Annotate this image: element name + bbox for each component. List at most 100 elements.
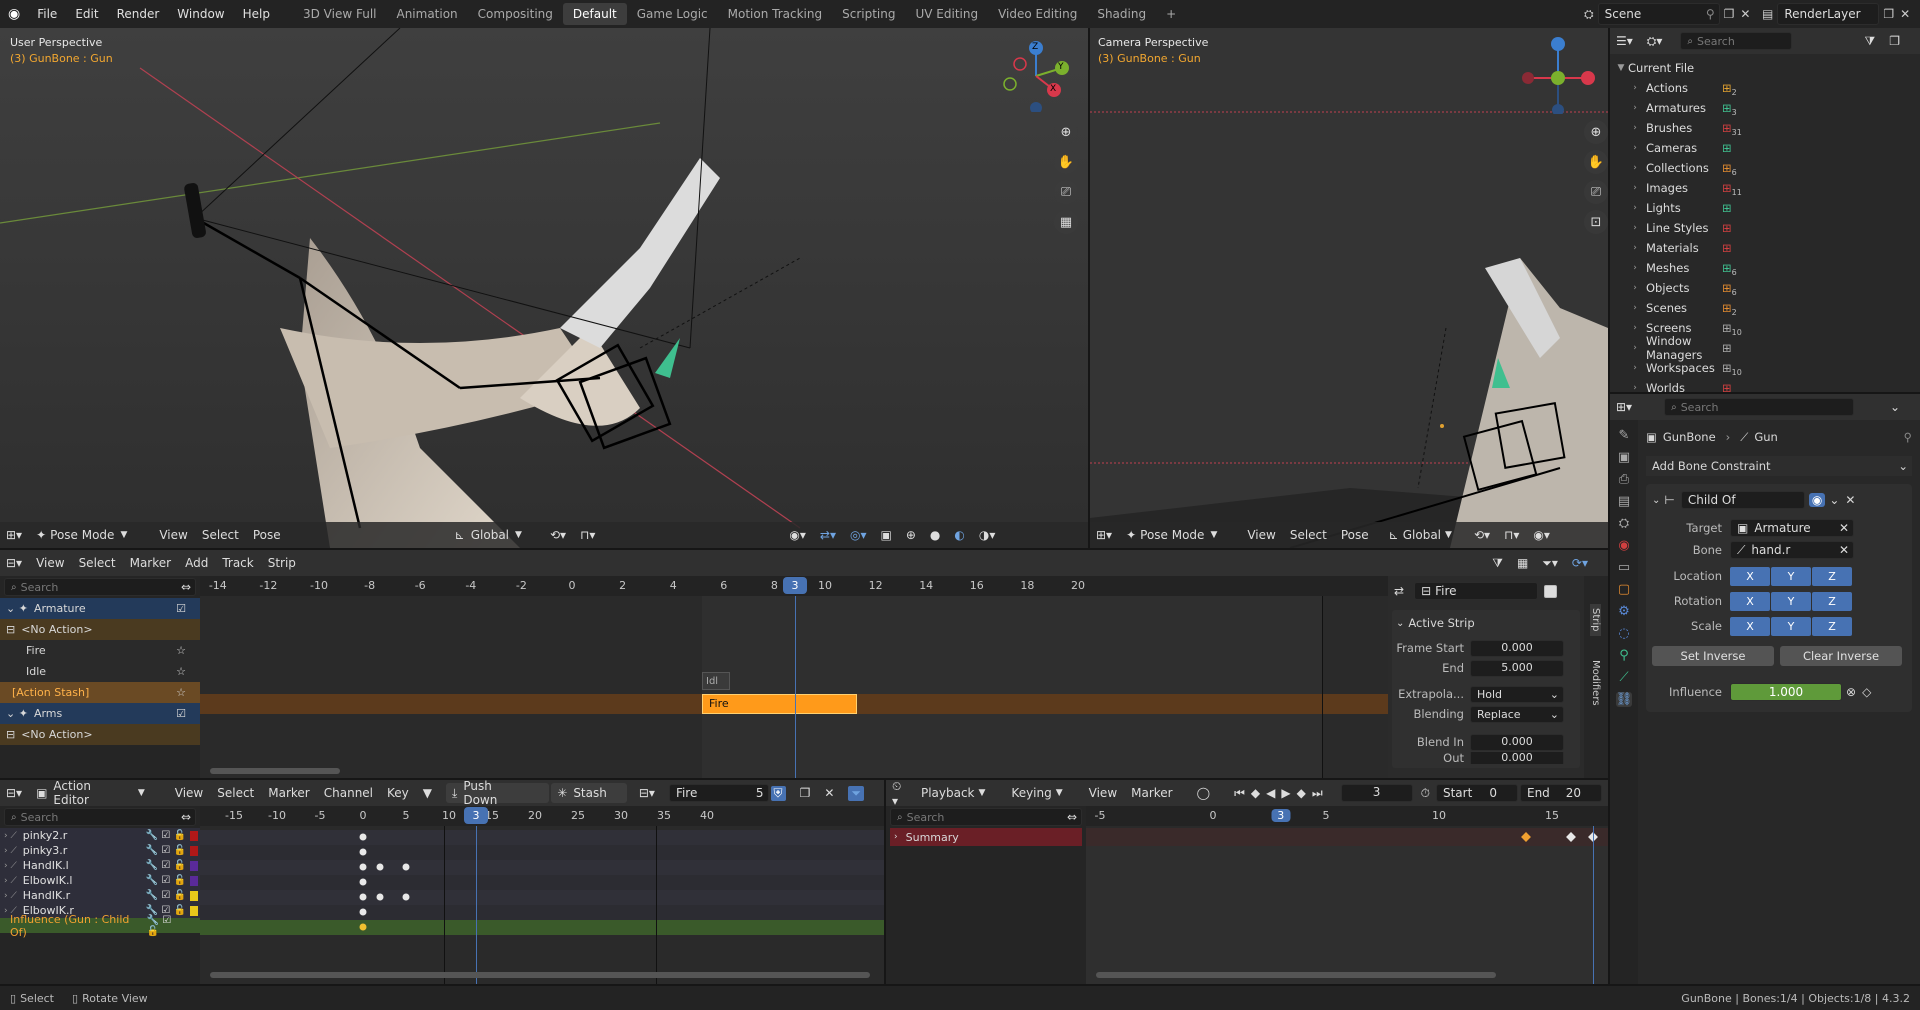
scale-z-toggle[interactable]: Z — [1812, 616, 1852, 636]
add-bone-constraint-dropdown[interactable]: Add Bone Constraint ⌄ — [1646, 456, 1912, 476]
nla-channel[interactable]: ⊟ <No Action> — [0, 724, 200, 745]
chevron-down-icon[interactable]: ⌄ — [1890, 400, 1900, 414]
wireframe-shading-icon[interactable]: ⊕ — [906, 528, 916, 542]
action-name-field[interactable]: Fire 5 — [668, 784, 769, 802]
active-strip-header[interactable]: ⌄ Active Strip — [1396, 614, 1576, 632]
properties-search-input[interactable]: ⌕ Search — [1664, 398, 1855, 416]
channel-toggles-icon[interactable]: 🔧 ☑ 🔓 — [147, 915, 186, 937]
workspace-tab-3d-view-full[interactable]: 3D View Full — [293, 0, 387, 28]
chevron-right-icon[interactable]: › — [1628, 323, 1642, 333]
channel-toggles-icon[interactable]: 🔧 ☑ 🔓 — [146, 890, 186, 901]
action-channel[interactable]: › ⟋ ElbowIK.l 🔧 ☑ 🔓 — [0, 873, 200, 888]
location-x-toggle[interactable]: X — [1730, 566, 1770, 586]
menu-select[interactable]: Select — [202, 528, 239, 542]
solid-shading-icon[interactable]: ● — [930, 528, 940, 542]
scale-x-toggle[interactable]: X — [1730, 616, 1770, 636]
navigation-gizmo[interactable]: Z Y X — [996, 38, 1070, 114]
viewport-right[interactable]: Camera Perspective (3) GunBone : Gun ⊕ ✋… — [1090, 28, 1608, 548]
blend-in-field[interactable]: 0.000 — [1470, 733, 1564, 751]
pin-icon[interactable]: ⚲ — [1904, 430, 1912, 444]
influence-slider[interactable]: 1.000 — [1730, 683, 1842, 701]
sync-icon[interactable]: ⟳▾ — [1572, 556, 1588, 570]
chevron-right-icon[interactable]: › — [1628, 383, 1642, 392]
play-icon[interactable]: ▶ — [1281, 786, 1290, 800]
chevron-right-icon[interactable]: › — [1628, 343, 1642, 353]
menu-key[interactable]: Key — [387, 786, 409, 800]
fake-user-shield-icon[interactable]: ⛨ — [770, 785, 786, 801]
action-ruler[interactable]: -20-15-10-50510152025303540 — [200, 806, 884, 826]
play-reverse-icon[interactable]: ◀ — [1266, 786, 1275, 800]
material-shading-icon[interactable]: ◐ — [954, 528, 964, 542]
render-tab-icon[interactable]: ▣ — [1618, 450, 1630, 465]
blend-out-field[interactable]: 0.000 — [1470, 752, 1564, 764]
xray-icon[interactable]: ▣ — [880, 528, 891, 542]
keyframe[interactable] — [402, 893, 410, 901]
action-current-frame[interactable]: 3 — [464, 807, 488, 824]
stash-button[interactable]: ✳ Stash — [551, 783, 627, 803]
action-channel[interactable]: › ⟋ HandIK.l 🔧 ☑ 🔓 — [0, 858, 200, 873]
next-keyframe-icon[interactable]: ◆ — [1297, 786, 1306, 800]
filter-icon[interactable]: ⧩ — [1492, 556, 1503, 571]
outliner-item[interactable]: › Line Styles ⊞ — [1628, 218, 1920, 238]
channel-toggles-icon[interactable]: 🔧 ☑ 🔓 — [146, 830, 186, 841]
record-icon[interactable]: ◯ — [1197, 786, 1210, 800]
chevron-right-icon[interactable]: › — [1628, 123, 1642, 133]
rotation-y-toggle[interactable]: Y — [1771, 591, 1811, 611]
chevron-right-icon[interactable]: › — [1628, 143, 1642, 153]
nla-horizontal-scrollbar[interactable] — [210, 768, 340, 774]
keyframe-diamond-icon[interactable]: ◇ — [1862, 685, 1871, 699]
keyframe[interactable] — [359, 893, 367, 901]
star-icon[interactable]: ☆ — [176, 686, 186, 699]
strip-name-field[interactable]: ⊟ Fire — [1414, 582, 1539, 600]
grid-ortho-icon[interactable]: ▦ — [1054, 210, 1078, 234]
timeline-search-input[interactable]: ⌕ Search ⇔ — [890, 808, 1082, 826]
tab-strip[interactable]: Strip — [1590, 604, 1601, 636]
keyframe[interactable] — [402, 863, 410, 871]
clear-icon[interactable]: ✕ — [1839, 521, 1849, 535]
nla-strip-area[interactable]: -14 -12 -10 -8 -6 -4 -2 0 2 4 6 8 10 12 14 16 18 20 Fire … — [200, 576, 1388, 778]
gizmo-toggle-icon[interactable]: ⇄▾ — [820, 528, 836, 542]
zoom-icon[interactable]: ⊕ — [1054, 120, 1078, 144]
only-selected-icon[interactable]: ▼ — [423, 786, 432, 800]
pivot-icon[interactable]: ⟲▾ — [1474, 528, 1490, 542]
menu-add[interactable]: Add — [185, 556, 208, 570]
bone-tab-icon[interactable]: ⟋ — [1619, 670, 1628, 685]
snap-icon[interactable]: ⊓▾ — [1504, 528, 1519, 542]
orientation-dropdown[interactable]: ⊾ Global ▼ — [1389, 528, 1466, 542]
tab-modifiers[interactable]: Modifiers — [1590, 660, 1601, 706]
filter-icon[interactable]: ⏷ — [848, 785, 864, 801]
menu-select[interactable]: Select — [217, 786, 254, 800]
keying-menu[interactable]: Keying ▼ — [1011, 786, 1076, 800]
channel-toggles-icon[interactable]: 🔧 ☑ 🔓 — [146, 845, 186, 856]
action-keyframe-area[interactable]: -20-15-10-50510152025303540 3 — [200, 806, 884, 984]
menu-pose[interactable]: Pose — [1341, 528, 1369, 542]
outliner-item[interactable]: › Objects ⊞ 6 — [1628, 278, 1920, 298]
chevron-down-icon[interactable]: ⌄ — [1652, 495, 1660, 506]
editor-type-icon[interactable]: ⊞▾ — [1096, 528, 1112, 542]
snap-icon[interactable]: ⊓▾ — [580, 528, 595, 542]
visibility-icon[interactable]: ◉▾ — [1533, 528, 1550, 542]
delete-scene-icon[interactable]: ✕ — [1740, 7, 1750, 21]
outliner-item[interactable]: › Scenes ⊞ 2 — [1628, 298, 1920, 318]
menu-select[interactable]: Select — [79, 556, 116, 570]
set-inverse-button[interactable]: Set Inverse — [1652, 646, 1774, 666]
preview-range-icon[interactable]: ⏱ — [1421, 786, 1430, 801]
menu-help[interactable]: Help — [234, 0, 279, 28]
scale-y-toggle[interactable]: Y — [1771, 616, 1811, 636]
action-browse-icon[interactable]: ⊟▾ — [639, 786, 655, 800]
world-tab-icon[interactable]: ◉ — [1618, 538, 1629, 553]
pin-icon[interactable]: ⚲ — [1706, 7, 1715, 21]
jump-start-icon[interactable]: ⏮ — [1234, 786, 1245, 801]
clear-inverse-button[interactable]: Clear Inverse — [1780, 646, 1902, 666]
mode-dropdown[interactable]: ✦ Pose Mode ▼ — [1126, 528, 1231, 542]
chevron-right-icon[interactable]: › — [1628, 203, 1642, 213]
nla-channel[interactable]: ⌄ ✦ Arms ☑ — [0, 703, 200, 724]
rendered-shading-icon[interactable]: ◑▾ — [979, 528, 996, 542]
prev-keyframe-icon[interactable]: ◆ — [1251, 786, 1260, 800]
keyframe[interactable] — [359, 878, 367, 886]
nla-search-input[interactable]: ⌕ Search ⇔ — [4, 578, 196, 596]
end-frame-field[interactable]: End 20 — [1519, 784, 1602, 802]
outliner-search-input[interactable]: ⌕ Search — [1680, 32, 1793, 50]
chevron-right-icon[interactable]: › — [1628, 243, 1642, 253]
outliner-item[interactable]: › Actions ⊞ 2 — [1628, 78, 1920, 98]
